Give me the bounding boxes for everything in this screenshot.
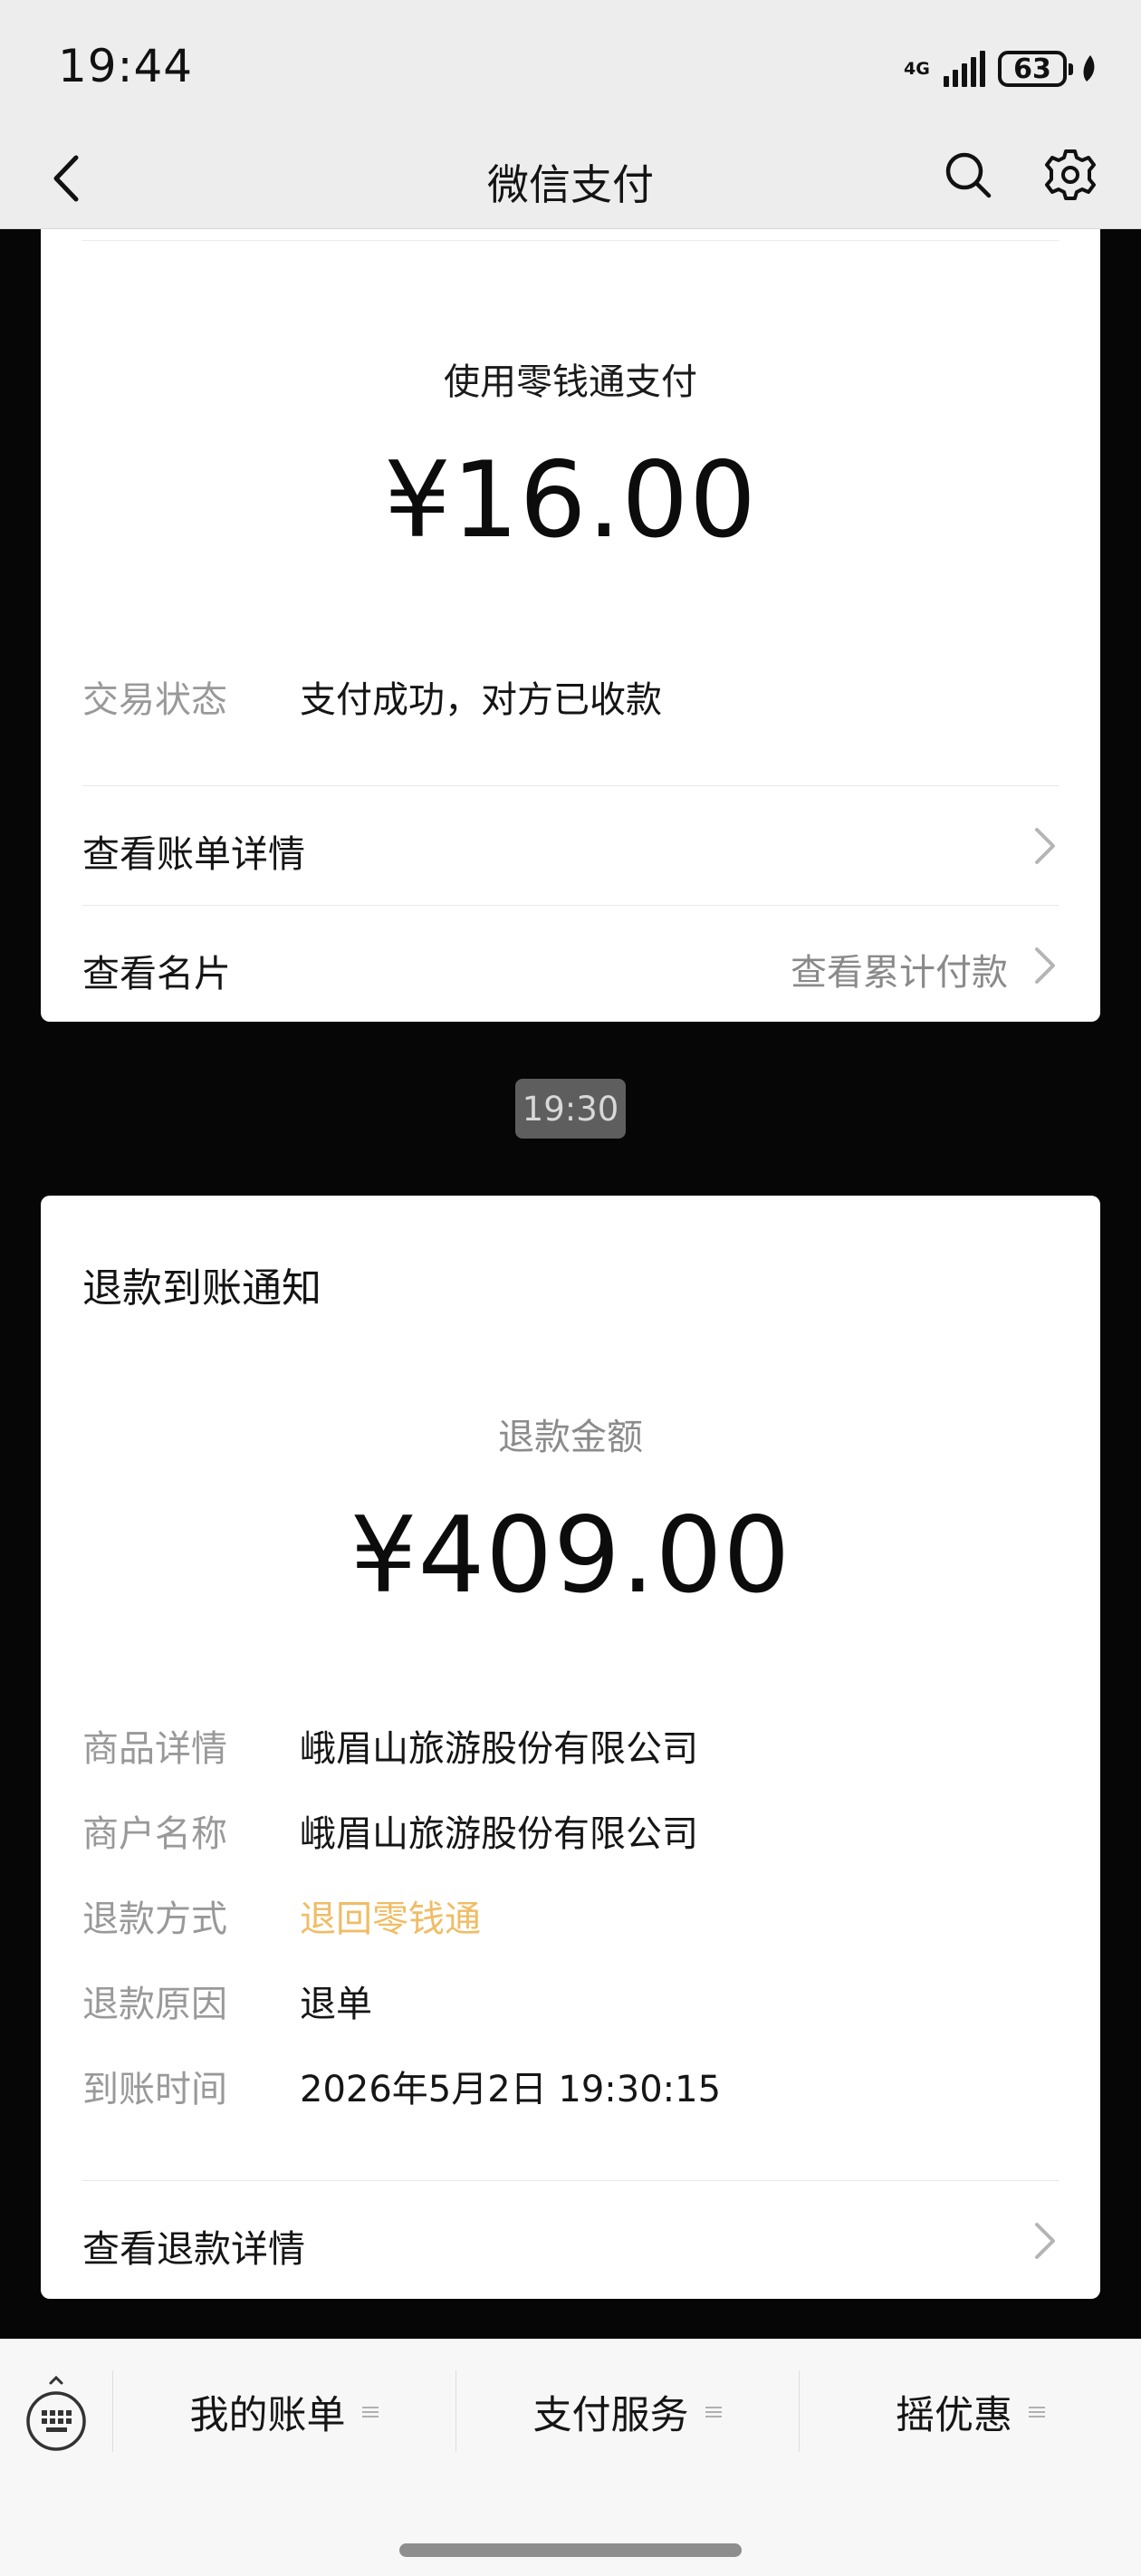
field-value: 峨眉山旅游股份有限公司 <box>300 1728 698 1770</box>
battery-level: 63 <box>1013 53 1051 85</box>
transaction-status-value: 支付成功，对方已收款 <box>300 679 662 721</box>
field-label: 退款方式 <box>82 1898 227 1940</box>
view-business-card-label: 查看名片 <box>82 952 231 995</box>
message-timestamp: 19:30 <box>515 1079 626 1139</box>
gear-icon <box>1045 149 1096 200</box>
bottom-menu: 我的账单 支付服务 摇优惠 <box>0 2339 1141 2576</box>
payment-card: 使用零钱通支付 ¥16.00 交易状态 支付成功，对方已收款 查看账单详情 查看… <box>41 229 1100 1022</box>
submenu-icon <box>705 2407 722 2417</box>
view-business-card-link[interactable]: 查看名片 查看累计付款 <box>82 907 1059 1024</box>
menu-shake-discounts[interactable]: 摇优惠 <box>800 2367 1141 2457</box>
field-label: 到账时间 <box>82 2069 227 2110</box>
field-value: 退单 <box>300 1984 372 2025</box>
menu-label: 我的账单 <box>189 2393 346 2438</box>
payment-amount: ¥16.00 <box>384 439 757 562</box>
refund-amount-label: 退款金额 <box>498 1417 643 1458</box>
view-refund-details-label: 查看退款详情 <box>82 2227 305 2271</box>
menu-label: 摇优惠 <box>896 2393 1012 2438</box>
power-saving-leaf-icon <box>1083 55 1095 82</box>
menu-my-bills[interactable]: 我的账单 <box>113 2367 455 2457</box>
keyboard-toggle-button[interactable] <box>20 2372 92 2454</box>
product-details-row: 商品详情 峨眉山旅游股份有限公司 <box>82 1719 1064 1773</box>
field-label: 商品详情 <box>82 1728 227 1770</box>
refund-method-row: 退款方式 退回零钱通 <box>82 1889 1064 1944</box>
transaction-status-row: 交易状态 支付成功，对方已收款 <box>82 670 1064 725</box>
refund-card[interactable]: 退款到账通知 退款金额 ¥409.00 商品详情 峨眉山旅游股份有限公司 商户名… <box>41 1196 1100 2299</box>
status-indicators: 4G 63 <box>904 51 1098 87</box>
divider <box>82 785 1059 786</box>
search-icon <box>945 152 992 198</box>
menu-payment-services[interactable]: 支付服务 <box>456 2367 798 2457</box>
divider <box>82 2180 1059 2181</box>
title-bar: 微信支付 <box>0 127 1141 229</box>
field-value: 退回零钱通 <box>300 1898 481 1940</box>
home-indicator[interactable] <box>399 2543 742 2557</box>
status-time: 19:44 <box>58 40 194 92</box>
arrival-time-row: 到账时间 2026年5月2日 19:30:15 <box>82 2060 1064 2114</box>
search-button[interactable] <box>938 145 998 205</box>
menu-label: 支付服务 <box>532 2393 689 2438</box>
chevron-right-icon <box>1035 2223 1055 2259</box>
refund-card-title: 退款到账通知 <box>82 1265 321 1312</box>
view-bill-details-link[interactable]: 查看账单详情 <box>82 787 1059 905</box>
chevron-right-icon <box>1035 947 1055 984</box>
merchant-name-row: 商户名称 峨眉山旅游股份有限公司 <box>82 1804 1064 1859</box>
signal-icon <box>944 51 985 87</box>
card-top-divider <box>82 240 1060 241</box>
chevron-right-icon <box>1035 828 1055 864</box>
divider <box>82 905 1059 906</box>
view-cumulative-payments-link[interactable]: 查看累计付款 <box>791 943 1008 995</box>
payment-method-label: 使用零钱通支付 <box>444 361 697 403</box>
submenu-icon <box>1029 2407 1045 2417</box>
field-label: 商户名称 <box>82 1813 227 1855</box>
settings-button[interactable] <box>1040 144 1101 206</box>
status-bar: 19:44 4G 63 <box>0 0 1141 127</box>
refund-amount: ¥409.00 <box>350 1495 791 1617</box>
transaction-status-label: 交易状态 <box>82 679 227 721</box>
field-label: 退款原因 <box>82 1984 227 2025</box>
view-refund-details-link[interactable]: 查看退款详情 <box>82 2182 1059 2300</box>
refund-reason-row: 退款原因 退单 <box>82 1975 1064 2029</box>
network-type: 4G <box>904 58 930 79</box>
field-value: 峨眉山旅游股份有限公司 <box>300 1813 698 1855</box>
submenu-icon <box>361 2407 379 2417</box>
field-value: 2026年5月2日 19:30:15 <box>300 2069 722 2110</box>
battery-icon: 63 <box>998 51 1073 87</box>
view-bill-details-label: 查看账单详情 <box>82 832 305 876</box>
keyboard-icon <box>26 2375 86 2451</box>
